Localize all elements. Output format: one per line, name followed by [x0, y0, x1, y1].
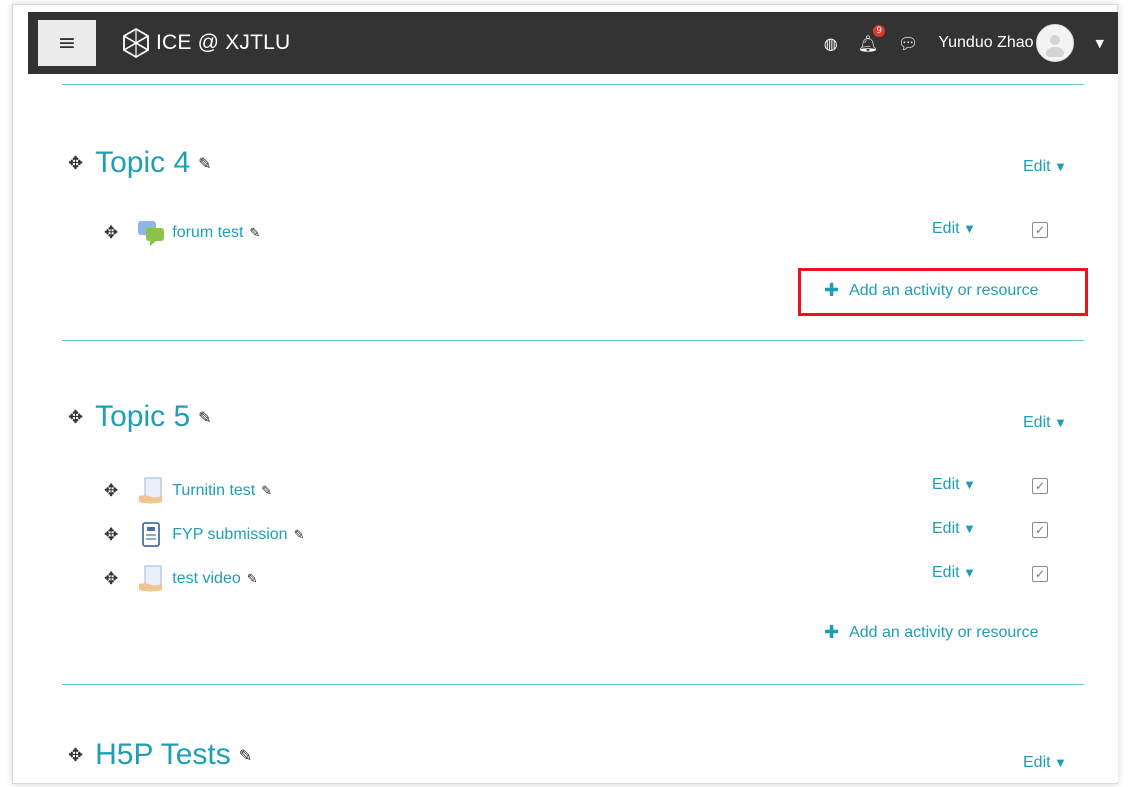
- activity-edit-menu[interactable]: Edit ▼: [932, 220, 973, 238]
- completion-checkbox[interactable]: ✓: [1032, 478, 1048, 494]
- screenshot-frame: ≡ ICE @ XJTLU ◍ 🔔︎ 9 💬︎ Yunduo Zhao ▼ ✥ …: [0, 0, 1132, 787]
- activity-link[interactable]: test video: [172, 570, 240, 588]
- site-brand[interactable]: ICE @ XJTLU: [120, 27, 290, 59]
- activity-turnitin-test: ✥ Turnitin test ✎: [104, 476, 272, 506]
- section-divider: [62, 340, 1084, 341]
- top-navbar: ≡ ICE @ XJTLU ◍ 🔔︎ 9 💬︎ Yunduo Zhao ▼: [28, 12, 1118, 74]
- turnitin-icon: [136, 476, 166, 506]
- completion-checkbox[interactable]: ✓: [1032, 222, 1048, 238]
- move-icon[interactable]: ✥: [104, 481, 118, 501]
- language-globe-icon[interactable]: ◍: [824, 34, 838, 53]
- hamburger-icon: ≡: [57, 30, 77, 56]
- section-edit-menu[interactable]: Edit ▼: [1023, 158, 1064, 176]
- plus-icon: ✚: [824, 622, 840, 643]
- activity-link[interactable]: forum test: [172, 224, 243, 242]
- section-title[interactable]: H5P Tests: [95, 738, 231, 772]
- edit-label: Edit: [1023, 754, 1051, 771]
- avatar-placeholder-icon: [1045, 35, 1064, 57]
- edit-title-pencil-icon[interactable]: ✎: [198, 408, 211, 427]
- edit-label: Edit: [932, 520, 960, 537]
- edit-label: Edit: [1023, 158, 1051, 175]
- course-content: ✥ Topic 4 ✎ Edit ▼ ✥ forum test ✎ Edit ▼ ✓: [28, 74, 1118, 782]
- edit-label: Edit: [932, 476, 960, 493]
- edit-label: Edit: [932, 564, 960, 581]
- move-icon[interactable]: ✥: [68, 745, 83, 766]
- navbar-right: ◍ 🔔︎ 9 💬︎ Yunduo Zhao ▼: [824, 12, 1118, 74]
- activity-fyp-submission: ✥ FYP submission ✎: [104, 520, 304, 550]
- move-icon[interactable]: ✥: [104, 525, 118, 545]
- caret-down-icon: ▼: [965, 523, 974, 535]
- highlight-annotation: [798, 268, 1088, 316]
- move-icon[interactable]: ✥: [68, 407, 83, 428]
- edit-title-pencil-icon[interactable]: ✎: [239, 746, 252, 765]
- section-title[interactable]: Topic 4: [95, 146, 190, 180]
- caret-down-icon: ▼: [1056, 161, 1065, 173]
- user-name[interactable]: Yunduo Zhao: [938, 34, 1033, 52]
- activity-edit-menu[interactable]: Edit ▼: [932, 476, 973, 494]
- section-header-topic4: ✥ Topic 4 ✎: [68, 146, 212, 180]
- section-header-h5p: ✥ H5P Tests ✎: [68, 738, 252, 772]
- ice-logo-icon: [123, 27, 149, 59]
- completion-checkbox[interactable]: ✓: [1032, 566, 1048, 582]
- section-edit-menu[interactable]: Edit ▼: [1023, 754, 1064, 772]
- completion-checkbox[interactable]: ✓: [1032, 522, 1048, 538]
- edit-name-pencil-icon[interactable]: ✎: [261, 484, 272, 499]
- move-icon[interactable]: ✥: [104, 569, 118, 589]
- edit-title-pencil-icon[interactable]: ✎: [198, 154, 211, 173]
- caret-down-icon: ▼: [1056, 417, 1065, 429]
- section-divider: [62, 684, 1084, 685]
- caret-down-icon: ▼: [965, 567, 974, 579]
- edit-label: Edit: [1023, 414, 1051, 431]
- add-activity-label: Add an activity or resource: [849, 623, 1039, 641]
- caret-down-icon: ▼: [965, 223, 974, 235]
- add-activity-link[interactable]: ✚ Add an activity or resource: [824, 622, 1039, 643]
- edit-name-pencil-icon[interactable]: ✎: [294, 528, 305, 543]
- menu-toggle-button[interactable]: ≡: [38, 20, 96, 66]
- caret-down-icon: ▼: [965, 479, 974, 491]
- section-edit-menu[interactable]: Edit ▼: [1023, 414, 1064, 432]
- notification-badge: 9: [873, 24, 886, 37]
- messages-icon[interactable]: 💬︎: [898, 34, 918, 53]
- turnitin-icon: [136, 564, 166, 594]
- section-header-topic5: ✥ Topic 5 ✎: [68, 400, 212, 434]
- site-name: ICE @ XJTLU: [156, 31, 291, 54]
- section-title[interactable]: Topic 5: [95, 400, 190, 434]
- edit-name-pencil-icon[interactable]: ✎: [249, 226, 260, 241]
- activity-forum-test: ✥ forum test ✎: [104, 218, 260, 248]
- activity-link[interactable]: Turnitin test: [172, 482, 255, 500]
- activity-edit-menu[interactable]: Edit ▼: [932, 564, 973, 582]
- avatar[interactable]: [1035, 24, 1074, 62]
- activity-link[interactable]: FYP submission: [172, 526, 287, 544]
- forum-icon: [136, 218, 166, 248]
- activity-edit-menu[interactable]: Edit ▼: [932, 520, 973, 538]
- edit-label: Edit: [932, 220, 960, 237]
- move-icon[interactable]: ✥: [68, 153, 83, 174]
- move-icon[interactable]: ✥: [104, 223, 118, 243]
- activity-test-video: ✥ test video ✎: [104, 564, 258, 594]
- user-menu-caret-icon[interactable]: ▼: [1096, 37, 1104, 50]
- assignment-icon: [136, 520, 166, 550]
- notifications-bell-icon[interactable]: 🔔︎ 9: [858, 24, 886, 53]
- caret-down-icon: ▼: [1056, 757, 1065, 769]
- edit-name-pencil-icon[interactable]: ✎: [247, 572, 258, 587]
- section-divider: [62, 84, 1084, 85]
